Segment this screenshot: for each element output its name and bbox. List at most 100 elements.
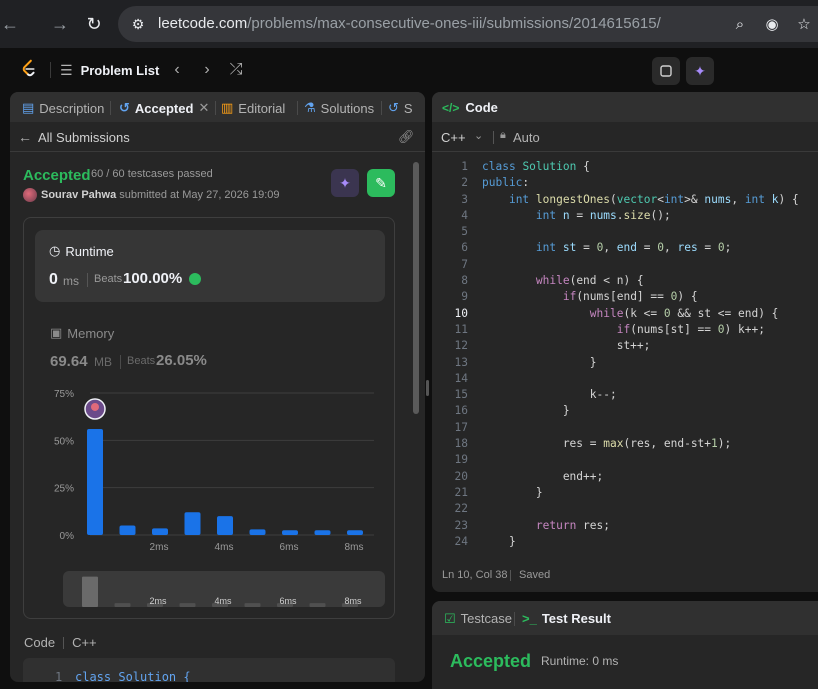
tab-accepted[interactable]: ↺ Accepted ✕: [119, 99, 209, 117]
tab-description[interactable]: ▤ Description: [22, 99, 104, 117]
code-line[interactable]: 2 public:: [432, 175, 818, 191]
chart-bar[interactable]: [217, 516, 233, 535]
tab-editorial[interactable]: ▥ Editorial: [221, 99, 285, 117]
code-line[interactable]: 24 }: [432, 534, 818, 550]
line-source: public:: [482, 176, 530, 190]
tab-testcase[interactable]: ☑ Testcase: [444, 611, 512, 627]
code-line[interactable]: 14: [432, 371, 818, 387]
code-line[interactable]: 13 }: [432, 355, 818, 371]
code-line[interactable]: 3 int longestOnes(vector<int>& nums, int…: [432, 192, 818, 208]
code-line[interactable]: 6 int st = 0, end = 0, res = 0;: [432, 240, 818, 256]
runtime-value: 0: [49, 271, 58, 288]
tab-solutions[interactable]: ⚗ Solutions: [304, 99, 374, 117]
reload-icon[interactable]: ↻: [82, 12, 106, 36]
memory-label-text: Memory: [67, 325, 115, 341]
runtime-card[interactable]: ◷ Runtime 0 ms Beats 100.00%: [35, 230, 385, 302]
tab-submissions[interactable]: ↺ S: [388, 99, 413, 117]
code-line[interactable]: 16 }: [432, 403, 818, 419]
ai-assistant-button[interactable]: ✦: [686, 57, 714, 85]
chart-bar[interactable]: [314, 530, 331, 535]
chart-bar[interactable]: [119, 525, 136, 535]
line-source: }: [482, 404, 570, 418]
memory-chip-icon: ▣: [50, 325, 63, 340]
code-line[interactable]: 4 int n = nums.size();: [432, 208, 818, 224]
code-line[interactable]: 11 if(nums[st] == 0) k++;: [432, 322, 818, 338]
address-bar[interactable]: ⚙ leetcode.com/problems/max-consecutive-…: [118, 6, 818, 42]
code-panel-header: </> Code: [432, 92, 818, 122]
code-line[interactable]: 18 res = max(res, end-st+1);: [432, 436, 818, 452]
shuffle-icon[interactable]: ⤮: [225, 59, 247, 81]
notes-button[interactable]: [652, 57, 680, 85]
all-submissions-link[interactable]: All Submissions: [38, 130, 130, 145]
prev-problem-icon[interactable]: ‹: [166, 59, 188, 81]
panel-resize-handle[interactable]: [426, 380, 429, 396]
description-icon: ▤: [22, 100, 35, 115]
line-source: class Solution {: [482, 160, 590, 173]
back-arrow-icon[interactable]: ←: [0, 12, 20, 36]
leetcode-navbar: ☰ Problem List ‹ › ⤮ ✦: [0, 48, 818, 92]
code-line[interactable]: 23 return res;: [432, 518, 818, 534]
x-tick-label: 8ms: [345, 542, 364, 553]
tab-test-result[interactable]: >_ Test Result: [522, 611, 611, 626]
username[interactable]: Sourav Pahwa: [41, 189, 116, 201]
avatar[interactable]: [23, 188, 37, 202]
runtime-range-slider[interactable]: 2ms 4ms 6ms 8ms: [63, 571, 385, 607]
url-text[interactable]: leetcode.com/problems/max-consecutive-on…: [158, 15, 661, 32]
chart-bar[interactable]: [87, 428, 103, 535]
tab-divider: [297, 101, 298, 115]
code-editor[interactable]: 1 class Solution { 2 public: 3 int longestOn…: [432, 159, 818, 550]
chart-bar[interactable]: [249, 529, 266, 535]
site-info-icon[interactable]: ⚙: [128, 14, 148, 34]
close-tab-icon[interactable]: ✕: [198, 100, 209, 116]
code-line[interactable]: 7: [432, 257, 818, 273]
language-select[interactable]: C++: [441, 130, 466, 145]
ai-analyze-button[interactable]: ✦: [331, 169, 359, 197]
code-line[interactable]: 22: [432, 501, 818, 517]
code-line[interactable]: 20 end++;: [432, 469, 818, 485]
back-arrow-icon[interactable]: ←: [18, 129, 32, 145]
line-number: 19: [454, 453, 468, 467]
eye-off-icon[interactable]: ◉: [762, 14, 782, 34]
terminal-icon: >_: [522, 611, 537, 626]
leetcode-logo-icon[interactable]: [18, 58, 40, 80]
next-problem-icon[interactable]: ›: [196, 59, 218, 81]
problem-list-button[interactable]: ☰ Problem List: [60, 59, 159, 81]
editor-status-bar: Ln 10, Col 38 Saved: [432, 564, 818, 588]
chart-bar[interactable]: [282, 530, 298, 535]
forward-arrow-icon[interactable]: →: [48, 12, 72, 36]
code-line[interactable]: 9 if(nums[end] == 0) {: [432, 289, 818, 305]
code-line[interactable]: 8 while(end < n) {: [432, 273, 818, 289]
line-number: 1: [461, 160, 468, 173]
zoom-icon[interactable]: ⌕: [730, 14, 750, 34]
code-line[interactable]: 10 while(k <= 0 && st <= end) {: [432, 306, 818, 322]
tab-divider: [514, 612, 515, 626]
code-line[interactable]: 1 class Solution {: [432, 159, 818, 175]
chart-bar[interactable]: [184, 512, 201, 535]
code-line[interactable]: 15 k--;: [432, 387, 818, 403]
edit-note-button[interactable]: ✎: [367, 169, 395, 197]
line-number: 2: [461, 176, 468, 190]
code-line[interactable]: 19: [432, 452, 818, 468]
link-icon[interactable]: 🔗︎: [398, 129, 415, 145]
chart-bar[interactable]: [347, 530, 363, 535]
code-line[interactable]: 21 }: [432, 485, 818, 501]
memory-label[interactable]: ▣ Memory: [50, 325, 114, 341]
chevron-down-icon[interactable]: ⌄: [474, 129, 483, 142]
bookmark-star-icon[interactable]: ☆: [794, 14, 814, 34]
line-number: 21: [454, 485, 468, 499]
mode-label[interactable]: Auto: [513, 130, 540, 145]
scrollbar[interactable]: [413, 162, 419, 414]
result-tab-bar: ☑ Testcase >_ Test Result: [432, 601, 818, 635]
line-source: }: [482, 355, 597, 369]
runtime-distribution-chart: 75% 50% 25% 0% 2ms 4ms 6ms 8ms: [54, 389, 374, 553]
line-number: 11: [454, 322, 468, 336]
line-number: 6: [461, 241, 468, 255]
x-tick-label: 2ms: [150, 542, 169, 553]
line-source: res = max(res, end-st+1);: [482, 437, 732, 451]
chart-bar[interactable]: [152, 528, 168, 535]
left-tab-bar: ▤ Description ↺ Accepted ✕ ▥ Editorial ⚗…: [10, 92, 425, 122]
code-line[interactable]: 5: [432, 224, 818, 240]
mini-tick-label: 8ms: [344, 596, 362, 606]
code-line[interactable]: 17: [432, 420, 818, 436]
code-line[interactable]: 12 st++;: [432, 338, 818, 354]
